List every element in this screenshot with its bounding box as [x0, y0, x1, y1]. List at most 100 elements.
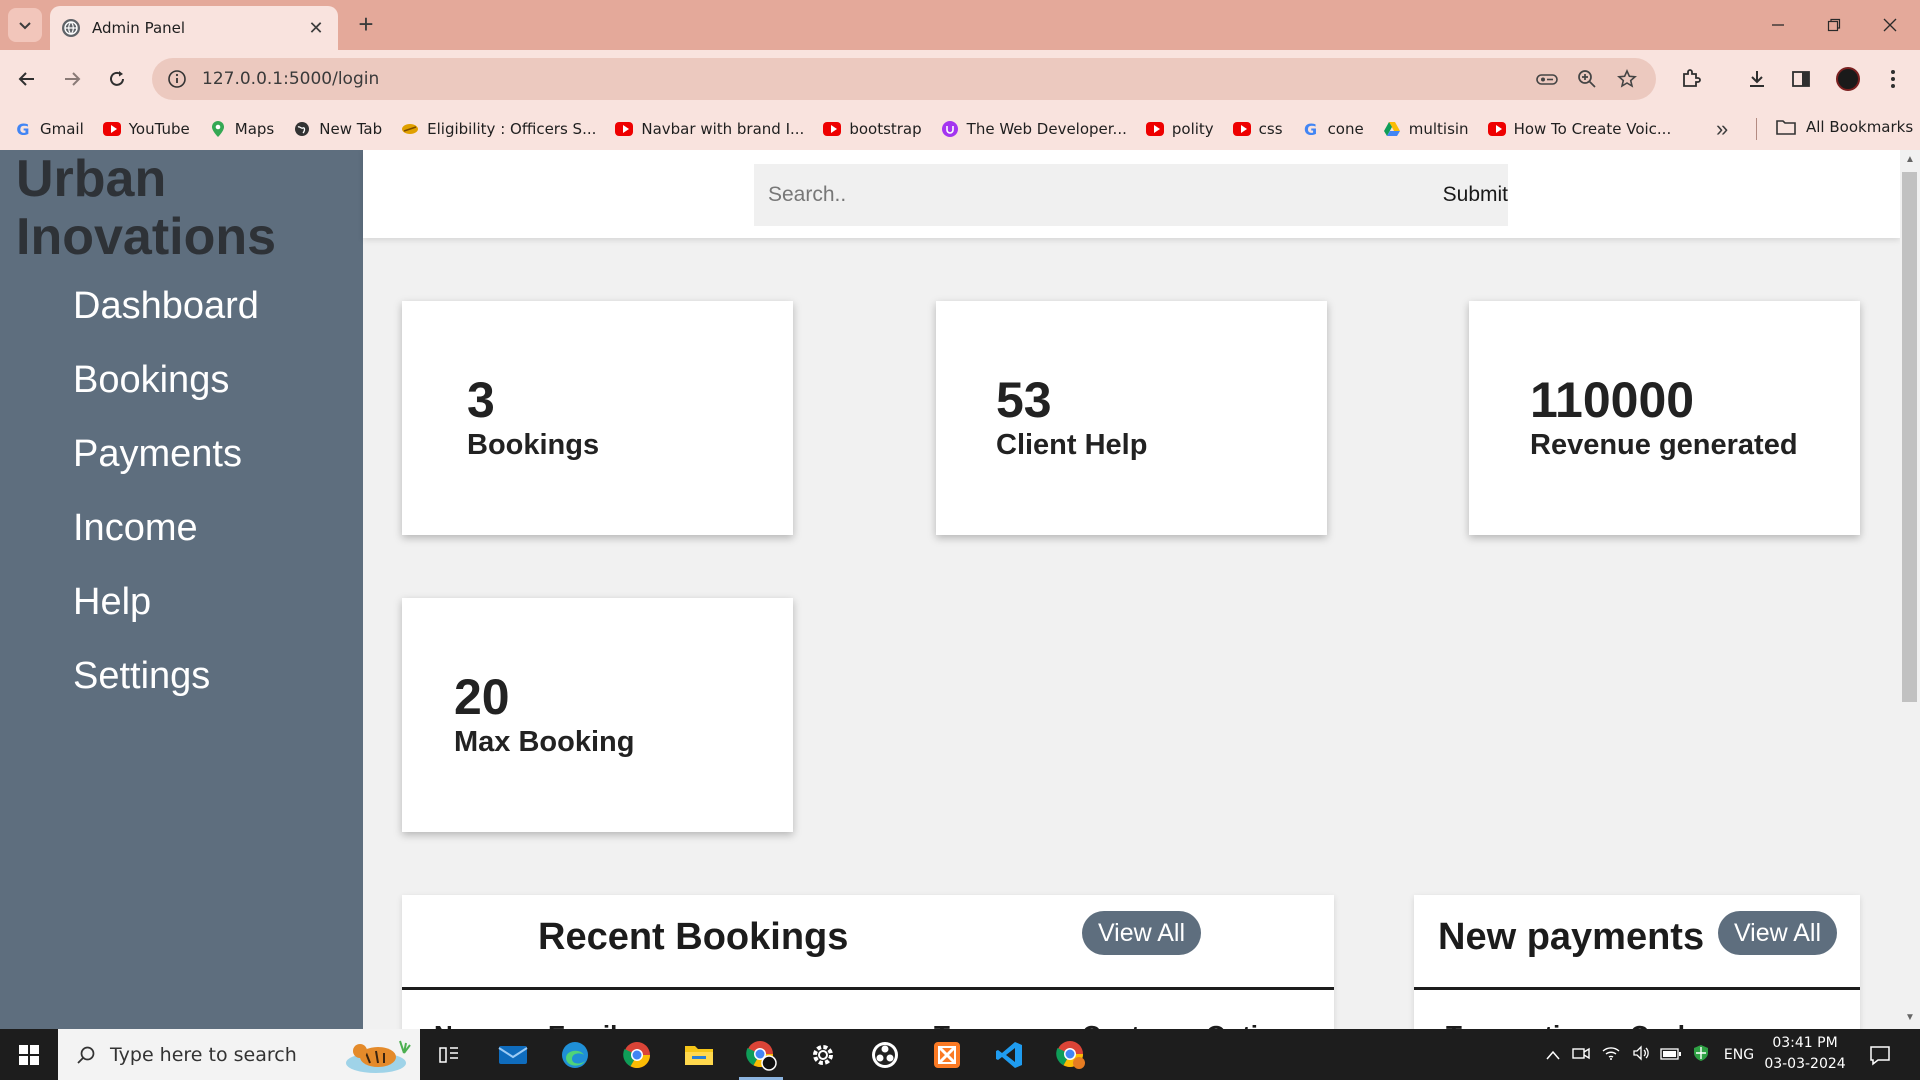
browser-tab[interactable]: Admin Panel ✕ — [50, 6, 338, 50]
stat-card-revenue: 110000 Revenue generated — [1469, 301, 1860, 535]
column-header: Type — [934, 1020, 993, 1029]
show-hidden-icons-icon[interactable] — [1540, 1047, 1566, 1063]
taskbar-clock[interactable]: 03:41 PM 03-03-2024 — [1760, 1033, 1850, 1075]
recent-bookings-view-all-button[interactable]: View All — [1082, 911, 1201, 955]
address-bar[interactable]: 127.0.0.1:5000/login — [152, 58, 1656, 100]
new-payments-panel: New payments View All Transaction Cash — [1414, 895, 1860, 1029]
bookmark-item[interactable]: Navbar with brand I... — [615, 120, 804, 138]
taskbar-file-explorer[interactable] — [669, 1029, 729, 1080]
bookmark-label: Navbar with brand I... — [641, 120, 805, 138]
sidebar-item-bookings[interactable]: Bookings — [73, 350, 259, 424]
folder-icon — [685, 1045, 713, 1065]
url-text[interactable]: 127.0.0.1:5000/login — [202, 69, 379, 89]
sidebar-item-income[interactable]: Income — [73, 498, 259, 572]
sidebar-item-payments[interactable]: Payments — [73, 424, 259, 498]
sidebar-item-dashboard[interactable]: Dashboard — [73, 276, 259, 350]
site-info-icon[interactable] — [166, 68, 188, 90]
clock-date: 03-03-2024 — [1764, 1056, 1846, 1072]
stat-card-client-help: 53 Client Help — [936, 301, 1327, 535]
close-window-button[interactable] — [1870, 10, 1910, 40]
restore-icon — [1827, 18, 1841, 32]
password-key-icon[interactable] — [1534, 67, 1560, 91]
avatar — [1836, 67, 1860, 91]
taskbar-search[interactable]: Type here to search — [58, 1029, 420, 1080]
start-button[interactable] — [0, 1029, 58, 1080]
language-indicator[interactable]: ENG — [1716, 1047, 1762, 1063]
all-bookmarks-button[interactable]: All Bookmarks — [1776, 118, 1913, 136]
bookmark-star-icon[interactable] — [1614, 67, 1640, 91]
bookmark-item[interactable]: css — [1232, 120, 1283, 138]
mail-icon — [498, 1045, 528, 1064]
scroll-up-icon[interactable]: ▲ — [1903, 154, 1917, 166]
arrow-left-icon — [18, 72, 34, 86]
puzzle-icon — [1683, 69, 1701, 87]
bookmark-item[interactable]: multisin — [1383, 120, 1469, 138]
notification-center-button[interactable] — [1850, 1029, 1910, 1080]
bookmark-item[interactable]: How To Create Voic... — [1487, 120, 1671, 138]
taskbar-obs[interactable] — [855, 1029, 915, 1080]
meet-now-icon[interactable] — [1566, 1045, 1596, 1064]
minimize-icon — [1772, 24, 1784, 26]
chrome-menu-button[interactable] — [1876, 62, 1910, 96]
zoom-icon[interactable] — [1574, 67, 1600, 91]
brand-logo[interactable]: Urban Inovations — [16, 150, 276, 266]
sidebar-item-help[interactable]: Help — [73, 572, 259, 646]
taskbar-vscode[interactable] — [979, 1029, 1039, 1080]
minimize-button[interactable] — [1758, 10, 1798, 40]
bookmark-item[interactable]: G Gmail — [14, 120, 83, 139]
bookmark-label: polity — [1171, 120, 1214, 138]
extensions-button[interactable] — [1674, 62, 1708, 96]
side-panel-icon — [1792, 71, 1810, 87]
chrome-profile-icon — [746, 1040, 777, 1071]
vscode-icon — [996, 1041, 1022, 1068]
bookmark-label: cone — [1327, 120, 1364, 138]
bookmark-item[interactable]: polity — [1145, 120, 1214, 138]
folder-icon — [1776, 120, 1796, 135]
arrow-right-icon — [65, 72, 81, 86]
taskbar-task-view[interactable] — [420, 1029, 480, 1080]
bookmark-item[interactable]: bootstrap — [823, 120, 922, 138]
search-submit-button[interactable]: Submit — [1436, 183, 1508, 207]
volume-icon[interactable] — [1626, 1045, 1656, 1064]
taskbar-settings[interactable] — [793, 1029, 853, 1080]
taskbar-xampp[interactable] — [917, 1029, 977, 1080]
side-panel-button[interactable] — [1784, 62, 1818, 96]
sidebar-item-settings[interactable]: Settings — [73, 646, 259, 720]
bookmark-item[interactable]: Eligibility : Officers S... — [401, 120, 596, 138]
taskbar-chrome[interactable] — [607, 1029, 667, 1080]
taskbar-edge[interactable] — [545, 1029, 605, 1080]
maps-icon — [209, 120, 227, 138]
taskbar-chrome-active[interactable] — [731, 1029, 791, 1080]
reload-button[interactable] — [100, 62, 134, 96]
bookmark-item[interactable]: New Tab — [293, 120, 382, 138]
bookmark-item[interactable]: The Web Developer... — [941, 120, 1127, 138]
system-tray: ENG — [1540, 1029, 1762, 1080]
scroll-down-icon[interactable]: ▼ — [1903, 1012, 1917, 1024]
taskbar-mail[interactable] — [483, 1029, 543, 1080]
bookmarks-divider — [1756, 118, 1757, 140]
windows-taskbar: Type here to search ENG 03:41 PM 03-03-2… — [0, 1029, 1920, 1080]
tab-search-button[interactable] — [8, 8, 42, 42]
close-icon — [1883, 18, 1897, 32]
downloads-button[interactable] — [1740, 62, 1774, 96]
bookmark-item[interactable]: G cone — [1302, 120, 1364, 139]
stat-value: 20 — [454, 669, 510, 725]
close-tab-icon[interactable]: ✕ — [306, 18, 326, 39]
scrollbar-thumb[interactable] — [1902, 172, 1917, 702]
more-bookmarks-icon[interactable]: » — [1716, 116, 1728, 142]
forward-button[interactable] — [55, 62, 89, 96]
security-shield-icon[interactable] — [1686, 1044, 1716, 1065]
wifi-icon[interactable] — [1596, 1046, 1626, 1063]
profile-button[interactable] — [1831, 62, 1865, 96]
stat-value: 53 — [996, 372, 1052, 428]
notification-icon — [1870, 1045, 1890, 1066]
back-button[interactable] — [10, 62, 44, 96]
restore-button[interactable] — [1814, 10, 1854, 40]
bookmark-item[interactable]: Maps — [209, 120, 274, 138]
new-tab-button[interactable]: + — [352, 10, 380, 38]
taskbar-chrome-profile[interactable] — [1041, 1029, 1101, 1080]
new-payments-view-all-button[interactable]: View All — [1718, 911, 1837, 955]
battery-icon[interactable] — [1656, 1047, 1686, 1063]
bookmark-item[interactable]: YouTube — [102, 120, 190, 138]
search-input[interactable] — [754, 164, 1436, 226]
